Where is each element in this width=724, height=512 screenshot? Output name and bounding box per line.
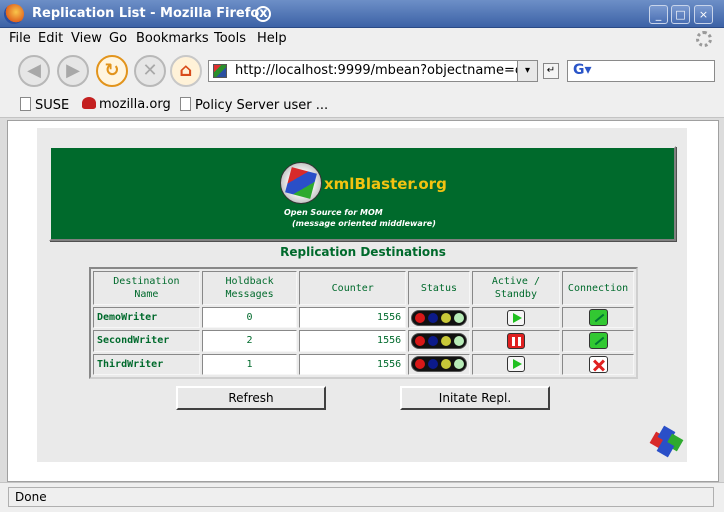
stop-icon[interactable]: ✕: [134, 55, 166, 87]
page-icon: [20, 97, 31, 111]
column-header-active-standby: Active / Standby: [471, 271, 561, 305]
counter-value: 1556: [299, 307, 407, 329]
close-window-button[interactable]: ×: [694, 5, 713, 24]
site-favicon-icon: [213, 64, 227, 78]
status-cell: [408, 307, 470, 329]
bookmark-policy-server[interactable]: Policy Server user ...: [180, 97, 328, 113]
column-header-connection: Connection: [562, 271, 634, 305]
destination-name-link[interactable]: ThirdWriter: [93, 353, 200, 375]
connected-icon[interactable]: [588, 309, 608, 327]
menu-edit[interactable]: Edit: [38, 31, 63, 46]
status-text: Done: [8, 487, 714, 507]
table-row: DemoWriter 0 1556: [93, 307, 634, 329]
status-light-icon: [453, 335, 464, 346]
holdback-messages-value: 0: [201, 307, 298, 329]
destination-name-link[interactable]: DemoWriter: [93, 307, 200, 329]
status-traffic-light-icon: [410, 309, 467, 326]
play-icon[interactable]: [506, 309, 525, 326]
active-standby-cell: [471, 330, 561, 352]
window-title: Replication List - Mozilla Firefox: [32, 6, 268, 21]
bookmark-suse[interactable]: SUSE: [20, 97, 69, 113]
menu-bookmarks[interactable]: Bookmarks: [136, 31, 209, 46]
mozilla-icon: [255, 6, 271, 22]
menu-file[interactable]: File: [9, 31, 31, 46]
status-light-icon: [414, 335, 425, 346]
banner-brand[interactable]: xmlBlaster.org: [324, 175, 447, 193]
back-icon[interactable]: ◀: [18, 55, 50, 87]
play-icon[interactable]: [506, 356, 525, 373]
status-traffic-light-icon: [410, 332, 467, 349]
table-row: SecondWriter 2 1556: [93, 330, 634, 352]
reload-icon[interactable]: ↻: [96, 55, 128, 87]
table-row: ThirdWriter 1 1556: [93, 353, 634, 375]
status-light-icon: [453, 312, 464, 323]
active-standby-cell: [471, 353, 561, 375]
status-light-icon: [414, 312, 425, 323]
search-box[interactable]: G▾: [567, 60, 715, 82]
holdback-messages-value: 1: [201, 353, 298, 375]
status-light-icon: [427, 359, 438, 370]
connection-cell: [562, 330, 634, 352]
active-standby-cell: [471, 307, 561, 329]
menu-bar: File Edit View Go Bookmarks Tools Help: [0, 28, 724, 50]
section-title: Replication Destinations: [280, 245, 446, 259]
counter-value: 1556: [299, 330, 407, 352]
firefox-icon: [4, 4, 24, 24]
xmlblaster-small-logo-icon: [649, 424, 684, 458]
status-light-icon: [440, 312, 451, 323]
status-bar: Done: [0, 482, 724, 512]
initiate-replication-button[interactable]: Initate Repl.: [400, 386, 550, 410]
table-header-row: Destination Name Holdback Messages Counter…: [93, 271, 634, 305]
banner-tagline-1: Open Source for MOM: [284, 208, 383, 217]
page-icon: [180, 97, 191, 111]
holdback-messages-value: 2: [201, 330, 298, 352]
counter-value: 1556: [299, 353, 407, 375]
menu-help[interactable]: Help: [257, 31, 287, 46]
column-header-counter: Counter: [299, 271, 407, 305]
mozilla-dino-icon: [82, 97, 96, 109]
connection-cell: [562, 307, 634, 329]
status-light-icon: [427, 335, 438, 346]
column-header-holdback-messages: Holdback Messages: [201, 271, 298, 305]
minimize-button[interactable]: _: [649, 5, 668, 24]
refresh-button[interactable]: Refresh: [176, 386, 326, 410]
home-icon[interactable]: ⌂: [170, 55, 202, 87]
url-bar[interactable]: http://localhost:9999/mbean?objectname=c…: [208, 60, 538, 82]
destination-name-link[interactable]: SecondWriter: [93, 330, 200, 352]
bookmark-mozilla[interactable]: mozilla.org: [82, 97, 171, 112]
connection-cell: [562, 353, 634, 375]
bookmarks-toolbar: SUSE mozilla.org Policy Server user ...: [0, 92, 724, 118]
url-dropdown-button[interactable]: ▾: [517, 61, 537, 81]
status-light-icon: [414, 359, 425, 370]
go-button[interactable]: ↵: [543, 63, 559, 79]
status-cell: [408, 353, 470, 375]
disconnected-icon[interactable]: [588, 355, 608, 373]
forward-icon[interactable]: ▶: [57, 55, 89, 87]
banner-tagline-2: (message oriented middleware): [292, 219, 436, 228]
column-header-status: Status: [408, 271, 470, 305]
connected-icon[interactable]: [588, 332, 608, 350]
status-light-icon: [427, 312, 438, 323]
window-titlebar: Replication List - Mozilla Firefox _ □ ×: [0, 0, 724, 28]
pause-icon[interactable]: [506, 332, 525, 349]
table-body: DemoWriter 0 1556 SecondWriter 2 1556 ThirdWri…: [93, 307, 634, 375]
status-light-icon: [440, 359, 451, 370]
throbber-icon: [696, 31, 712, 47]
menu-go[interactable]: Go: [109, 31, 127, 46]
menu-tools[interactable]: Tools: [214, 31, 246, 46]
status-traffic-light-icon: [410, 356, 467, 373]
menu-view[interactable]: View: [71, 31, 102, 46]
replication-destinations-table: Destination Name Holdback Messages Counter…: [89, 267, 638, 379]
url-input[interactable]: http://localhost:9999/mbean?objectname=c: [235, 63, 517, 78]
column-header-destination-name: Destination Name: [93, 271, 200, 305]
status-light-icon: [440, 335, 451, 346]
maximize-button[interactable]: □: [671, 5, 690, 24]
status-cell: [408, 330, 470, 352]
search-engine-icon[interactable]: G▾: [573, 62, 592, 78]
status-light-icon: [453, 359, 464, 370]
